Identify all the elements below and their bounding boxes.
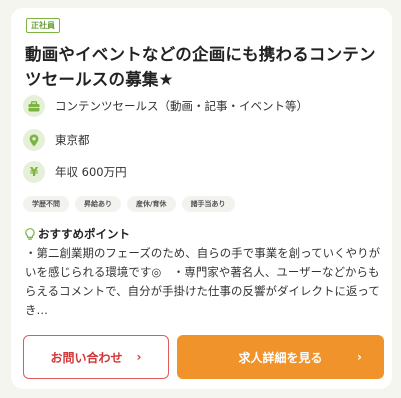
salary-text: 年収 600万円 <box>55 165 127 179</box>
tag-raise: 昇給あり <box>75 196 121 212</box>
map-pin-icon <box>23 129 45 151</box>
job-detail-button[interactable]: 求人詳細を見る › <box>177 335 384 379</box>
tag-education: 学歴不問 <box>23 196 69 212</box>
lightbulb-icon <box>25 227 35 240</box>
briefcase-icon <box>23 95 45 117</box>
job-title[interactable]: 動画やイベントなどの企画にも携わるコンテンツセールスの募集★ <box>25 42 381 92</box>
inquiry-button[interactable]: お問い合わせ › <box>23 335 169 379</box>
recommend-text: ・第二創業期のフェーズのため、自らの手で事業を創っていくやりがいを感じられる環境… <box>25 246 381 317</box>
recommend-heading: おすすめポイント <box>25 226 130 242</box>
employment-type-badge: 正社員 <box>26 18 60 33</box>
recommend-heading-text: おすすめポイント <box>38 227 130 241</box>
job-card: 正社員 動画やイベントなどの企画にも携わるコンテンツセールスの募集★ コンテンツ… <box>11 8 392 389</box>
chevron-right-icon: › <box>136 350 142 364</box>
occupation-row: コンテンツセールス（動画・記事・イベント等） <box>23 94 308 118</box>
yen-symbol: ¥ <box>29 165 39 179</box>
salary-row: ¥ 年収 600万円 <box>23 160 127 184</box>
job-detail-button-label: 求人詳細を見る <box>238 350 323 365</box>
tag-list: 学歴不問 昇給あり 産休/育休 諸手当あり <box>23 196 235 212</box>
location-text: 東京都 <box>55 133 90 147</box>
tag-allowance: 諸手当あり <box>181 196 235 212</box>
occupation-text: コンテンツセールス（動画・記事・イベント等） <box>55 99 308 113</box>
tag-leave: 産休/育休 <box>127 196 176 212</box>
yen-icon: ¥ <box>23 161 45 183</box>
location-row: 東京都 <box>23 128 90 152</box>
inquiry-button-label: お問い合わせ <box>50 350 123 365</box>
chevron-right-icon: › <box>357 350 362 364</box>
